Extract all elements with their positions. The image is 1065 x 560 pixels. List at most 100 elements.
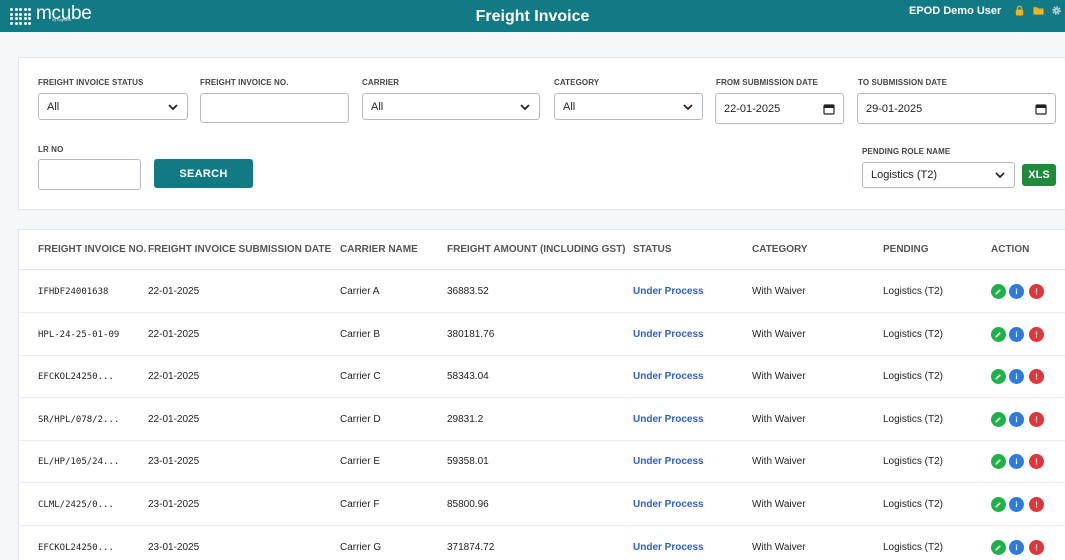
alert-icon[interactable] <box>1029 454 1044 470</box>
gear-icon[interactable] <box>1051 5 1062 16</box>
invoice-no-label: FREIGHT INVOICE NO. <box>200 78 289 87</box>
status-link[interactable]: Under Process <box>633 286 704 297</box>
category-select[interactable]: All <box>554 93 703 120</box>
info-icon[interactable] <box>1009 454 1024 470</box>
alert-icon[interactable] <box>1029 411 1044 427</box>
top-bar: mcube by loginext Freight Invoice EPOD D… <box>0 0 1065 32</box>
chevron-down-icon <box>683 103 693 110</box>
submission-date-cell: 23-01-2025 <box>148 499 200 510</box>
invoice-no-cell: SR/HPL/078/2... <box>38 414 120 425</box>
freight-amount-cell: 380181.76 <box>447 328 495 340</box>
carrier-name-cell: Carrier E <box>340 456 381 468</box>
column-header-invoice-no: FREIGHT INVOICE NO. <box>38 244 147 255</box>
edit-icon[interactable] <box>991 411 1006 427</box>
carrier-name-cell: Carrier B <box>340 328 381 340</box>
edit-icon[interactable] <box>991 326 1006 342</box>
carrier-select-value: All <box>371 100 384 113</box>
pending-role-select[interactable]: Logistics (T2) <box>862 162 1015 188</box>
lock-icon[interactable] <box>1014 5 1025 16</box>
column-header-submission-date: FREIGHT INVOICE SUBMISSION DATE <box>148 244 332 255</box>
status-select[interactable]: All <box>38 93 188 120</box>
edit-icon[interactable] <box>991 539 1006 555</box>
calendar-icon[interactable] <box>823 103 835 115</box>
chevron-down-icon <box>995 172 1005 179</box>
table-row: CLML/2425/0... 23-01-2025 Carrier F 85800.9… <box>19 483 1065 526</box>
invoice-no-cell: CLML/2425/0... <box>38 500 114 510</box>
filter-panel: FREIGHT INVOICE STATUS All FREIGHT INVOI… <box>18 57 1065 210</box>
info-icon[interactable] <box>1009 497 1024 512</box>
status-label: FREIGHT INVOICE STATUS <box>38 78 144 87</box>
invoice-no-cell: HPL-24-25-01-09 <box>38 329 120 340</box>
pending-role-select-value: Logistics (T2) <box>871 169 938 181</box>
pending-cell: Logistics (T2) <box>883 413 944 425</box>
carrier-select[interactable]: All <box>362 93 540 120</box>
freight-amount-cell: 36883.52 <box>447 286 489 297</box>
folder-icon[interactable] <box>1033 5 1044 16</box>
page-title: Freight Invoice <box>475 8 590 25</box>
chevron-down-icon <box>520 103 530 110</box>
edit-icon[interactable] <box>991 454 1006 470</box>
edit-icon[interactable] <box>991 284 1006 299</box>
xls-export-button[interactable]: XLS <box>1022 164 1056 186</box>
table-row: SR/HPL/078/2... 22-01-2025 Carrier D 29831.… <box>19 398 1065 441</box>
invoice-table: FREIGHT INVOICE NO. FREIGHT INVOICE SUBM… <box>18 229 1065 560</box>
category-cell: With Waiver <box>752 499 806 510</box>
calendar-icon[interactable] <box>1035 103 1047 115</box>
column-header-pending: PENDING <box>883 244 929 255</box>
carrier-name-cell: Carrier C <box>340 371 381 383</box>
freight-amount-cell: 371874.72 <box>447 541 495 553</box>
submission-date-cell: 23-01-2025 <box>148 456 200 468</box>
category-cell: With Waiver <box>752 371 806 383</box>
pending-cell: Logistics (T2) <box>883 499 944 510</box>
category-cell: With Waiver <box>752 413 806 425</box>
status-link[interactable]: Under Process <box>633 329 704 340</box>
category-select-value: All <box>563 100 576 113</box>
status-link[interactable]: Under Process <box>633 414 704 425</box>
alert-icon[interactable] <box>1029 497 1044 512</box>
edit-icon[interactable] <box>991 497 1006 512</box>
freight-amount-cell: 59358.01 <box>447 456 489 468</box>
to-date-label: TO SUBMISSION DATE <box>858 78 948 87</box>
category-cell: With Waiver <box>752 286 806 297</box>
table-row: EL/HP/105/24... 23-01-2025 Carrier E 59358.… <box>19 440 1065 484</box>
status-link[interactable]: Under Process <box>633 371 704 382</box>
alert-icon[interactable] <box>1029 326 1044 342</box>
edit-icon[interactable] <box>991 369 1006 385</box>
from-date-input[interactable]: 22-01-2025 <box>715 93 844 124</box>
invoice-no-input[interactable] <box>200 93 349 123</box>
category-cell: With Waiver <box>752 541 806 553</box>
submission-date-cell: 22-01-2025 <box>148 413 200 425</box>
lr-no-input[interactable] <box>38 159 141 190</box>
pending-cell: Logistics (T2) <box>883 541 944 553</box>
to-date-input[interactable]: 29-01-2025 <box>857 93 1056 124</box>
pending-cell: Logistics (T2) <box>883 371 944 383</box>
status-select-value: All <box>47 100 60 113</box>
info-icon[interactable] <box>1009 369 1024 385</box>
to-date-value: 29-01-2025 <box>866 102 923 115</box>
search-button[interactable]: SEARCH <box>154 159 253 188</box>
status-link[interactable]: Under Process <box>633 499 704 510</box>
lr-no-label: LR NO <box>38 145 64 154</box>
carrier-name-cell: Carrier D <box>340 413 381 425</box>
carrier-name-cell: Carrier A <box>340 286 380 297</box>
status-link[interactable]: Under Process <box>633 542 704 553</box>
column-header-freight-amount: FREIGHT AMOUNT (INCLUDING GST) <box>447 244 626 255</box>
info-icon[interactable] <box>1009 539 1024 555</box>
alert-icon[interactable] <box>1029 539 1044 555</box>
freight-amount-cell: 29831.2 <box>447 413 484 425</box>
category-cell: With Waiver <box>752 328 806 340</box>
info-icon[interactable] <box>1009 411 1024 427</box>
user-name[interactable]: EPOD Demo User <box>909 5 1001 17</box>
table-row: EFCKOL24250... 23-01-2025 Carrier G 371874.… <box>19 526 1065 560</box>
alert-icon[interactable] <box>1029 284 1044 299</box>
info-icon[interactable] <box>1009 284 1024 299</box>
from-date-label: FROM SUBMISSION DATE <box>716 78 818 87</box>
carrier-name-cell: Carrier F <box>340 499 380 510</box>
submission-date-cell: 23-01-2025 <box>148 541 200 553</box>
info-icon[interactable] <box>1009 326 1024 342</box>
status-link[interactable]: Under Process <box>633 456 704 467</box>
submission-date-cell: 22-01-2025 <box>148 328 200 340</box>
carrier-label: CARRIER <box>362 78 400 87</box>
alert-icon[interactable] <box>1029 369 1044 385</box>
column-header-status: STATUS <box>633 244 672 255</box>
